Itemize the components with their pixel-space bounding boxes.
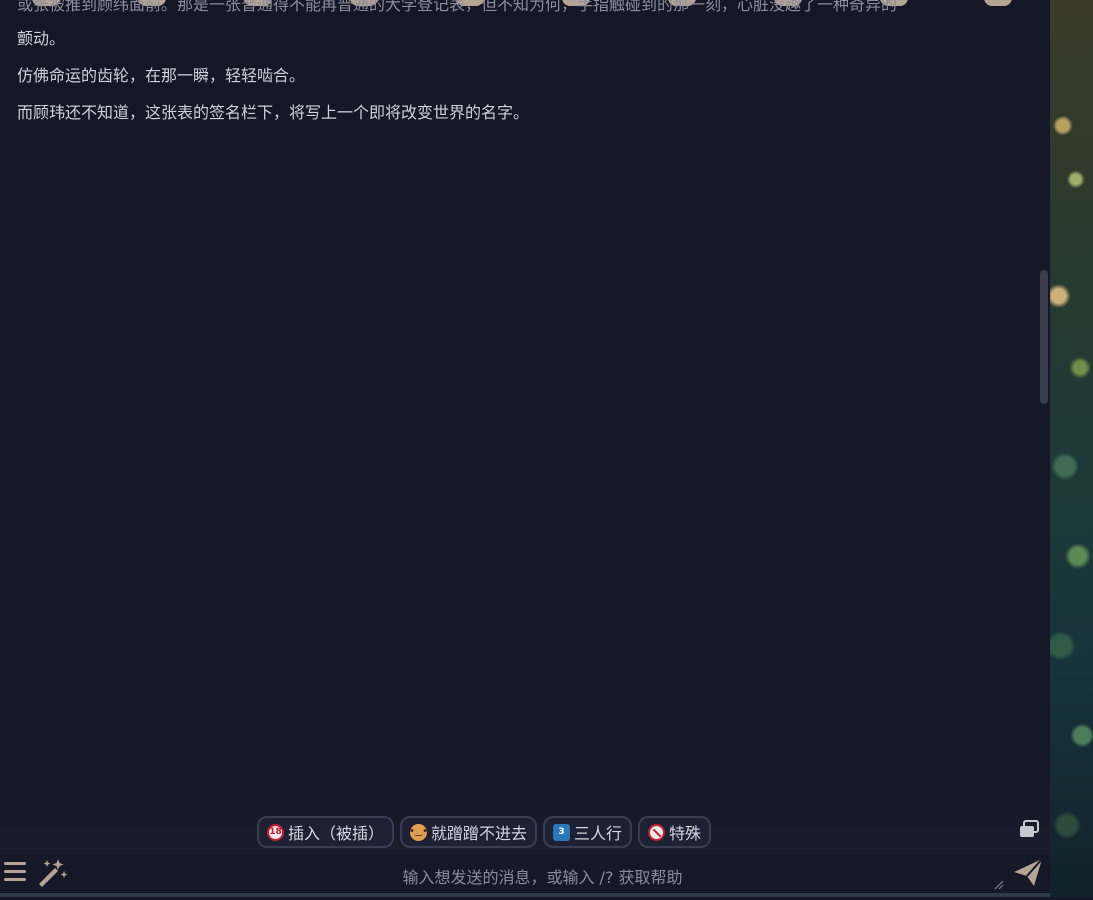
quick-reply-label: 插入（被插） xyxy=(288,824,385,843)
message-paragraph: 而顾玮还不知道，这张表的签名栏下，将写上一个即将改变世界的名字。 xyxy=(17,103,530,122)
send-icon[interactable] xyxy=(1012,856,1044,888)
quick-reply-label: 特殊 xyxy=(669,824,702,843)
quick-reply-label: 就蹭蹭不进去 xyxy=(431,824,528,843)
copy-icon[interactable] xyxy=(1018,820,1040,838)
magic-wand-icon[interactable] xyxy=(36,857,68,887)
quick-reply-button[interactable]: 特殊 xyxy=(638,816,712,848)
18-plus-icon: 18 xyxy=(267,823,284,841)
face-icon: •‿• xyxy=(409,823,428,841)
menu-icon[interactable] xyxy=(4,862,26,882)
prohibited-icon xyxy=(648,823,666,841)
message-paragraph: 颤动。 xyxy=(17,29,66,48)
quick-reply-button[interactable]: •‿• 就蹭蹭不进去 xyxy=(400,816,538,848)
message-cut-line: 或张被推到顾纬面前。那是一张普通得不能再普通的大学登记表，但不知为何，手指触碰到… xyxy=(17,0,898,12)
resize-handle-icon[interactable] xyxy=(994,880,1004,890)
bottom-border xyxy=(0,893,1050,897)
quick-reply-button[interactable]: 3 三人行 xyxy=(543,816,633,848)
quick-reply-row: 18 插入（被插） •‿• 就蹭蹭不进去 3 三人行 特殊 xyxy=(257,816,712,850)
chat-panel: 或张被推到顾纬面前。那是一张普通得不能再普通的大学登记表，但不知为何，手指触碰到… xyxy=(0,0,1050,897)
scrollbar-thumb[interactable] xyxy=(1040,270,1048,404)
message-text: 或张被推到顾纬面前。那是一张普通得不能再普通的大学登记表，但不知为何，手指触碰到… xyxy=(17,0,1027,140)
background-artwork xyxy=(1050,0,1093,897)
message-paragraph: 仿佛命运的齿轮，在那一瞬，轻轻啮合。 xyxy=(17,66,306,85)
keycap-3-icon: 3 xyxy=(553,823,571,841)
quick-reply-button[interactable]: 18 插入（被插） xyxy=(257,816,395,848)
quick-reply-label: 三人行 xyxy=(574,824,623,843)
